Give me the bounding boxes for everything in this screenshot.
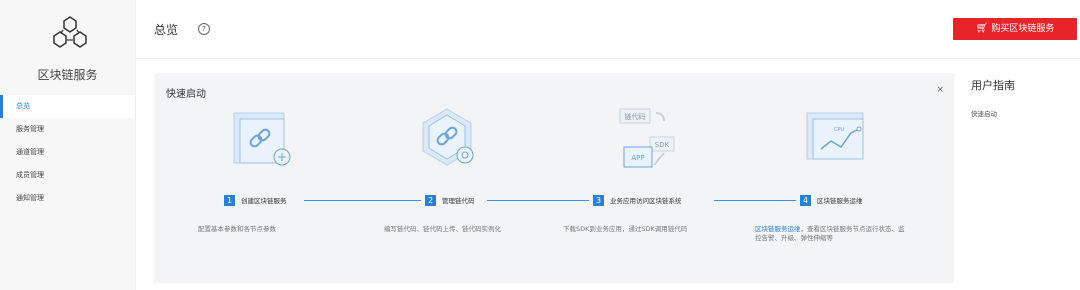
step-2-description: 编写链代码、链代码上传、链代码实例化	[384, 225, 501, 233]
sidebar-item-notification-management[interactable]: 通知管理	[0, 187, 135, 210]
step-connector-line	[487, 200, 592, 201]
buy-blockchain-service-button[interactable]: 🛒︎ 购买区块链服务	[953, 18, 1077, 40]
step-connector-line	[304, 200, 424, 201]
step-4-number: 4	[800, 194, 811, 206]
step-2-label: 管理链代码	[442, 197, 475, 205]
buy-button-label: 购买区块链服务	[991, 24, 1055, 34]
blockchain-logo-icon	[50, 14, 90, 50]
blockchain-ops-link[interactable]: 区块链服务运维	[755, 225, 801, 233]
quickstart-title: 快速启动	[166, 89, 206, 100]
sidebar-item-member-management[interactable]: 成员管理	[0, 164, 135, 187]
step-3: 3 业务应用访问区块链系统	[589, 192, 686, 208]
sidebar: 区块链服务 总览 服务管理 通道管理 成员管理 通知管理	[0, 0, 136, 290]
step-2-number: 2	[425, 194, 436, 206]
step-connector-line	[714, 200, 799, 201]
sdk-tag: SDK	[655, 141, 670, 149]
step-3-label: 业务应用访问区块链系统	[610, 197, 682, 205]
step-3-number: 3	[593, 194, 604, 206]
step-4-label: 区块链服务运维	[817, 197, 863, 205]
monitoring-illustration-icon: CPU	[799, 99, 879, 179]
sidebar-menu: 总览 服务管理 通道管理 成员管理 通知管理	[0, 95, 135, 210]
step-2: 2 管理链代码	[421, 192, 479, 208]
close-icon[interactable]: ×	[936, 85, 944, 95]
create-service-illustration-icon	[224, 99, 304, 179]
page-title: 总览	[154, 23, 179, 37]
help-icon[interactable]: ?	[198, 23, 210, 35]
step-3-description: 下载SDK到业务应用，通过SDK调用链代码	[563, 225, 688, 233]
chaincode-tag: 链代码	[625, 112, 646, 121]
sidebar-item-channel-management[interactable]: 通道管理	[0, 141, 135, 164]
cpu-tag: CPU	[834, 127, 845, 133]
step-4-description: 区块链服务运维，查看区块链服务节点运行状态、监控告警、升级、弹性伸缩等	[755, 225, 905, 243]
step-1-label: 创建区块链服务	[241, 197, 287, 205]
guide-link-quickstart[interactable]: 快速启动	[971, 108, 1015, 118]
step-1-description: 配置基本参数和各节点参数	[198, 225, 276, 233]
service-name: 区块链服务	[37, 68, 98, 82]
app-tag: APP	[631, 154, 644, 162]
user-guide-title: 用户指南	[971, 79, 1015, 92]
step-1: 1 创建区块链服务	[220, 192, 291, 208]
sidebar-item-overview[interactable]: 总览	[0, 95, 135, 118]
user-guide: 用户指南 快速启动	[971, 73, 1015, 118]
app-access-illustration-icon: 链代码 SDK APP	[614, 99, 694, 179]
cart-icon: 🛒︎	[975, 23, 989, 34]
step-4: 4 区块链服务运维	[796, 192, 867, 208]
sidebar-item-service-management[interactable]: 服务管理	[0, 118, 135, 141]
top-bar: 总览 ? 🛒︎ 购买区块链服务	[136, 0, 1080, 59]
quickstart-panel: 快速启动 × 链代码 SDK APP CPU 1 创建区块链服务 2 管理链代码…	[154, 73, 954, 283]
manage-chaincode-illustration-icon	[409, 99, 489, 179]
step-1-number: 1	[224, 194, 235, 206]
